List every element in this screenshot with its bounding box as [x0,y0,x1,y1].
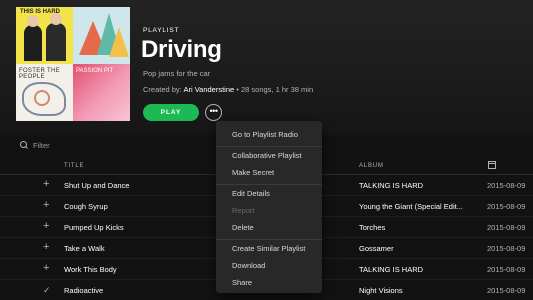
ellipsis-icon: ••• [209,106,218,116]
menu-item-make-secret[interactable]: Make Secret [232,168,274,177]
menu-item-create-similar[interactable]: Create Similar Playlist [232,244,305,253]
created-by-label: Created by: [143,85,182,94]
menu-item-share[interactable]: Share [232,278,252,287]
menu-item-edit-details[interactable]: Edit Details [232,189,270,198]
track-date-added: 2015-08-09 [487,265,526,274]
add-track-icon[interactable]: + [43,200,49,211]
album-cover-tile: PASSION PIT [73,64,130,121]
track-album[interactable]: Torches [359,223,469,232]
add-track-icon[interactable]: + [43,242,49,253]
album-cover-tile [73,7,130,64]
track-date-added: 2015-08-09 [487,181,526,190]
menu-item-delete[interactable]: Delete [232,223,254,232]
add-track-icon[interactable]: + [43,179,49,190]
track-album[interactable]: Night Visions [359,286,469,295]
menu-item-report: Report [232,206,255,215]
album-cover-tile: THIS IS HARD [16,7,73,64]
playlist-description: Pop jams for the car [143,69,211,78]
menu-item-playlist-radio[interactable]: Go to Playlist Radio [232,130,298,139]
column-header-title[interactable]: TITLE [64,163,84,169]
track-title: Work This Body [64,265,117,274]
more-options-button[interactable]: ••• [205,104,222,121]
add-track-icon[interactable]: + [43,263,49,274]
search-icon [20,141,28,149]
playlist-title: Driving [141,36,222,63]
track-album[interactable]: Young the Giant (Special Edit... [359,202,469,211]
track-album[interactable]: Gossamer [359,244,469,253]
cover-text: THIS IS HARD [20,9,61,15]
album-cover-tile: FOSTER THE PEOPLE [16,64,73,121]
add-track-icon[interactable]: + [43,221,49,232]
filter-bar [20,139,113,151]
track-title: Take a Walk [64,244,105,253]
track-title: Cough Syrup [64,202,108,211]
track-date-added: 2015-08-09 [487,244,526,253]
playlist-stats: • 28 songs, 1 hr 38 min [236,85,314,94]
menu-divider [216,146,322,147]
filter-input[interactable] [33,140,113,150]
checkmark-icon[interactable]: ✓ [43,285,51,296]
track-album[interactable]: TALKING IS HARD [359,265,469,274]
calendar-icon[interactable] [488,161,496,169]
playlist-kind-label: PLAYLIST [143,27,180,34]
track-title: Shut Up and Dance [64,181,130,190]
menu-item-collaborative[interactable]: Collaborative Playlist [232,151,302,160]
play-button[interactable]: PLAY [143,104,199,121]
cover-text: PASSION PIT [76,68,114,74]
track-title: Pumped Up Kicks [64,223,124,232]
track-date-added: 2015-08-09 [487,286,526,295]
column-header-album[interactable]: ALBUM [359,163,384,169]
menu-divider [216,184,322,185]
owner-link[interactable]: Ari Vanderstine [183,85,234,94]
cover-text: FOSTER THE PEOPLE [19,68,60,80]
menu-item-download[interactable]: Download [232,261,265,270]
menu-divider [216,239,322,240]
track-date-added: 2015-08-09 [487,202,526,211]
playlist-cover-collage: THIS IS HARD FOSTER THE PEOPLE PASSION P… [16,7,130,121]
track-title: Radioactive [64,286,104,295]
playlist-meta: Created by: Ari Vanderstine • 28 songs, … [143,85,313,94]
playlist-context-menu: Go to Playlist Radio Collaborative Playl… [216,121,322,293]
track-date-added: 2015-08-09 [487,223,526,232]
track-album[interactable]: TALKING IS HARD [359,181,469,190]
